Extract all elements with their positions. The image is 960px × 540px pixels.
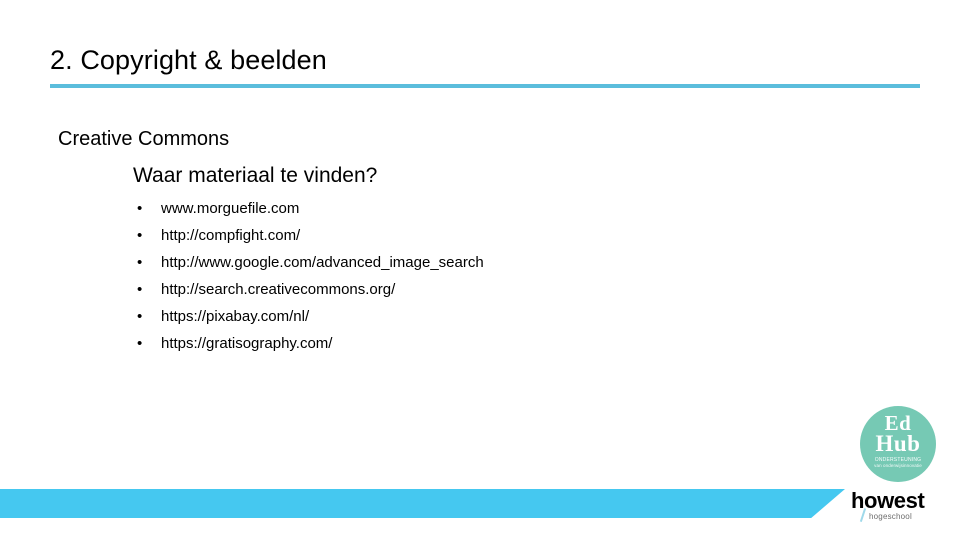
slide: 2. Copyright & beelden Creative Commons … — [0, 0, 960, 540]
list-item-label: http://www.google.com/advanced_image_sea… — [161, 254, 484, 271]
section-heading-creative-commons: Creative Commons — [58, 128, 230, 150]
list-item[interactable]: • www.morguefile.com — [133, 195, 484, 222]
bullet-icon: • — [137, 200, 143, 217]
list-item[interactable]: • http://search.creativecommons.org/ — [133, 276, 484, 303]
bullet-icon: • — [137, 335, 143, 352]
list-item[interactable]: • https://pixabay.com/nl/ — [133, 303, 484, 330]
howest-logo-wordmark: howest — [851, 488, 925, 513]
list-item-label: http://compfight.com/ — [161, 227, 301, 244]
page-title: 2. Copyright & beelden — [50, 45, 327, 75]
bullet-icon: • — [137, 254, 143, 271]
howest-logo: howest hogeschool — [851, 489, 951, 527]
edhub-logo-line1: Ed — [884, 411, 912, 435]
list-item-label: https://pixabay.com/nl/ — [161, 308, 310, 325]
list-item[interactable]: • https://gratisography.com/ — [133, 330, 484, 357]
link-list: • www.morguefile.com • http://compfight.… — [133, 195, 484, 357]
title-divider — [50, 84, 920, 88]
list-item-label: http://search.creativecommons.org/ — [161, 281, 396, 298]
bullet-icon: • — [137, 227, 143, 244]
subsection-heading-waar-materiaal: Waar materiaal te vinden? — [133, 164, 378, 187]
list-item-label: www.morguefile.com — [161, 200, 300, 217]
edhub-tagline-secondary: van onderwijsinnovatie — [874, 463, 922, 468]
bullet-icon: • — [137, 281, 143, 298]
bullet-icon: • — [137, 308, 143, 325]
list-item-label: https://gratisography.com/ — [161, 335, 333, 352]
footer-accent-bar — [0, 489, 845, 518]
edhub-logo: Ed Hub ONDERSTEUNING van onderwijsinnova… — [860, 406, 936, 482]
list-item[interactable]: • http://compfight.com/ — [133, 222, 484, 249]
howest-logo-subtitle: hogeschool — [869, 512, 912, 521]
list-item[interactable]: • http://www.google.com/advanced_image_s… — [133, 249, 484, 276]
edhub-logo-line2: Hub — [875, 431, 921, 456]
